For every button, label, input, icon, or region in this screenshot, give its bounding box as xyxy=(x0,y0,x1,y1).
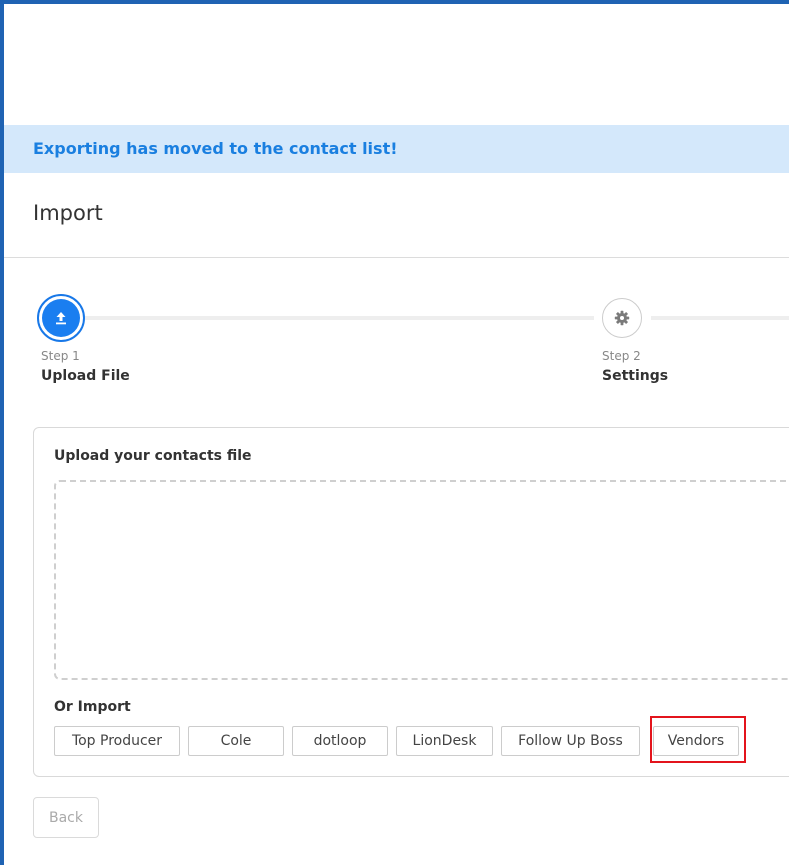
stepper-track xyxy=(651,316,789,320)
step-1-label: Upload File xyxy=(41,368,130,384)
import-follow-up-boss-button[interactable]: Follow Up Boss xyxy=(501,726,640,756)
banner-message: Exporting has moved to the contact list! xyxy=(33,139,398,158)
stepper-track xyxy=(84,316,594,320)
upload-title: Upload your contacts file xyxy=(54,448,252,464)
back-button[interactable]: Back xyxy=(33,797,99,838)
info-banner: Exporting has moved to the contact list! xyxy=(4,125,789,173)
step-1-number: Step 1 xyxy=(41,349,80,363)
page-title: Import xyxy=(33,201,103,225)
step-2-indicator xyxy=(602,298,642,338)
import-dotloop-button[interactable]: dotloop xyxy=(292,726,388,756)
or-import-label: Or Import xyxy=(54,699,131,715)
upload-card: Upload your contacts file Or Import Top … xyxy=(33,427,789,777)
window-frame-top xyxy=(0,0,789,4)
step-1-indicator xyxy=(37,294,85,342)
import-top-producer-button[interactable]: Top Producer xyxy=(54,726,180,756)
step-2-label: Settings xyxy=(602,368,669,384)
header-divider xyxy=(4,257,789,258)
highlight-box xyxy=(650,716,746,763)
upload-icon xyxy=(56,312,66,325)
file-dropzone[interactable] xyxy=(54,480,789,680)
import-cole-button[interactable]: Cole xyxy=(188,726,284,756)
gear-icon xyxy=(614,310,630,326)
import-liondesk-button[interactable]: LionDesk xyxy=(396,726,493,756)
step-2-number: Step 2 xyxy=(602,349,641,363)
